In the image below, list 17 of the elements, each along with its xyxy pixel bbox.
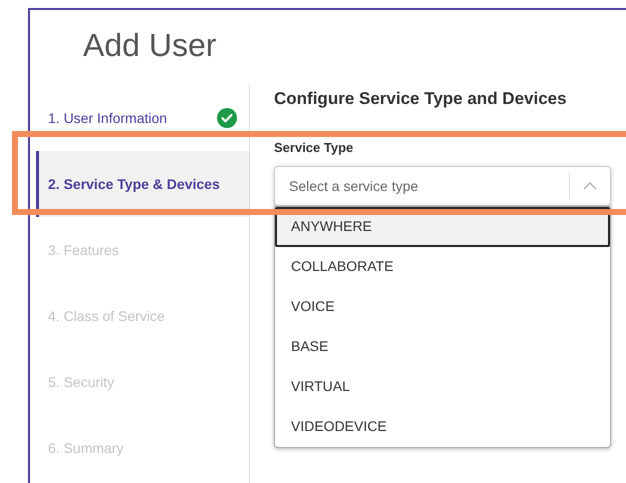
step-item[interactable]: 1. User Information	[36, 85, 249, 151]
dropdown-option[interactable]: BASE	[275, 326, 610, 366]
step-item[interactable]: 2. Service Type & Devices	[36, 151, 249, 217]
dropdown-option[interactable]: VIDEODEVICE	[275, 406, 610, 446]
service-type-select[interactable]: Select a service type	[274, 166, 611, 206]
dropdown-option[interactable]: VOICE	[275, 286, 610, 326]
step-item: 4. Class of Service	[47, 306, 166, 326]
step-item: 3. Features	[47, 240, 120, 260]
step-item: 5. Security	[47, 372, 116, 392]
service-type-select[interactable]: Select a service type	[289, 166, 569, 204]
step-item: 6. Summary	[47, 438, 124, 458]
section-heading: Configure Service Type and Devices	[274, 88, 568, 110]
dropdown-option[interactable]: VIRTUAL	[275, 366, 610, 406]
field-label: Service Type	[274, 139, 354, 157]
check-circle-icon	[217, 108, 237, 128]
page-title: Add User	[82, 26, 218, 65]
dropdown-option[interactable]: COLLABORATE	[275, 246, 610, 286]
